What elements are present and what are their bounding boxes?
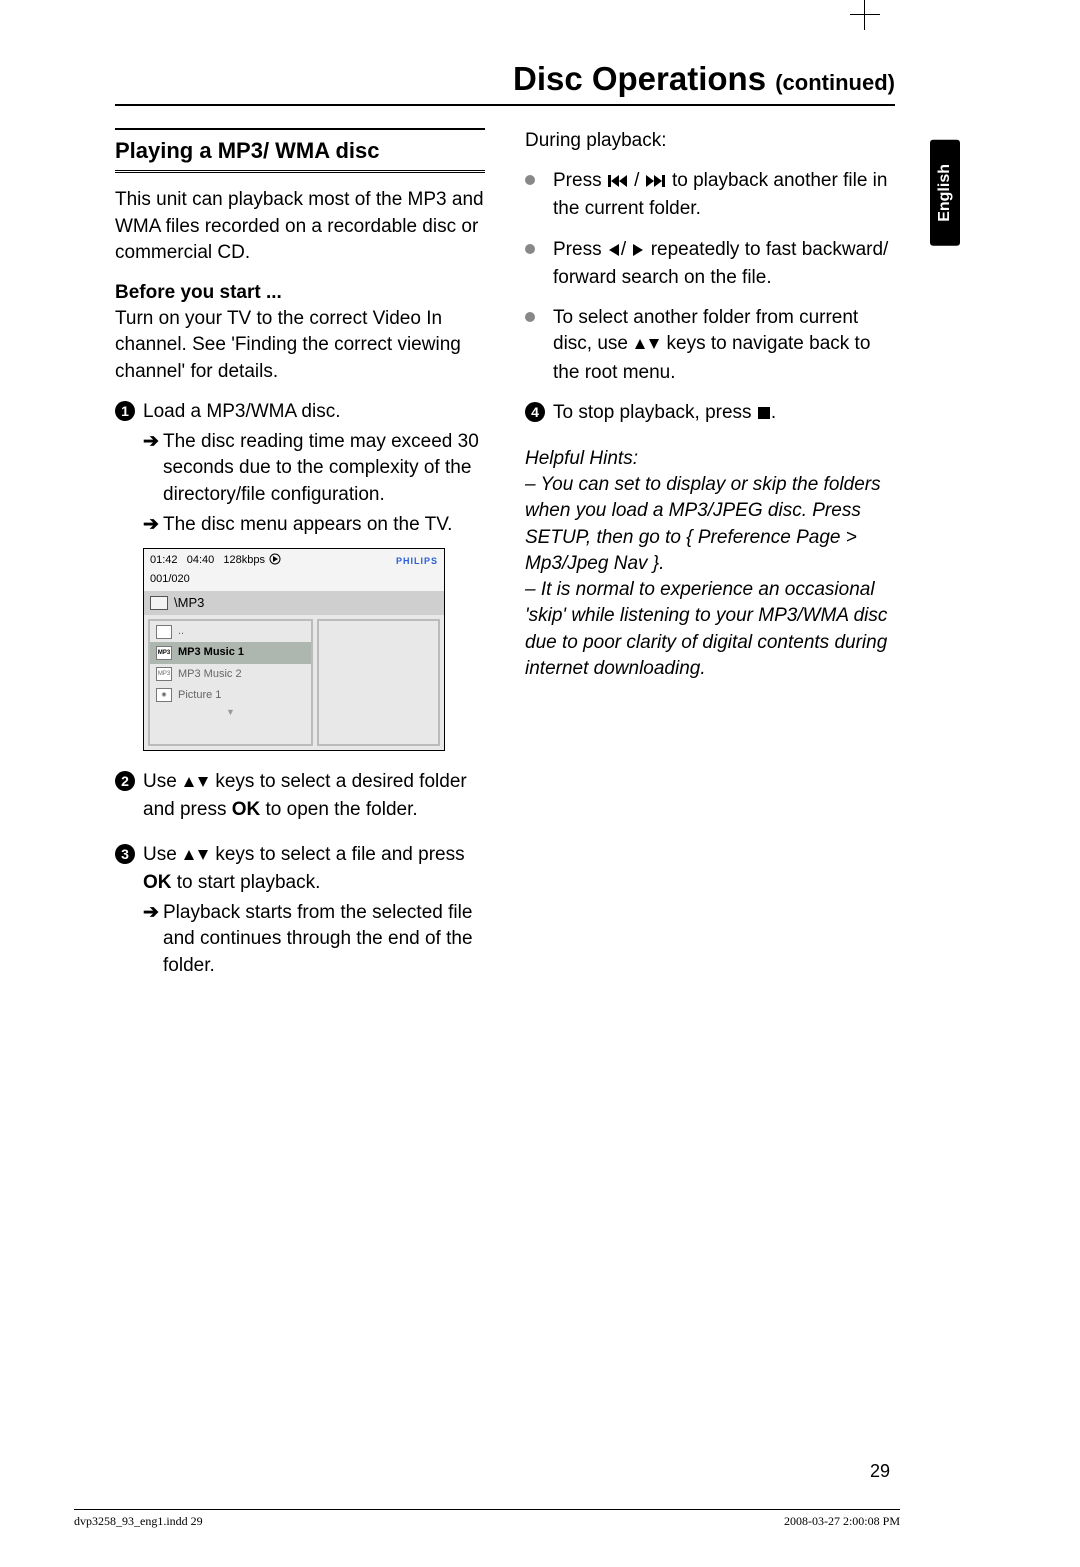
footer-timestamp: 2008-03-27 2:00:08 PM: [784, 1514, 900, 1529]
bullet-search: Press / repeatedly to fast backward/ for…: [525, 237, 895, 291]
tv-path-text: \MP3: [174, 594, 204, 612]
tv-row-up: ..: [150, 621, 311, 642]
step-number-3: 3: [115, 844, 135, 864]
ok-key: OK: [232, 799, 261, 820]
folder-icon: [156, 625, 172, 639]
tv-row-2-label: MP3 Music 2: [178, 667, 242, 682]
tv-scroll-down-icon: ▼: [150, 706, 311, 718]
left-column: Playing a MP3/ WMA disc This unit can pl…: [115, 128, 485, 983]
during-playback-label: During playback:: [525, 128, 895, 154]
step-3-pre: Use: [143, 844, 182, 865]
b2-pre: Press: [553, 239, 607, 260]
step-3-result: ➔ Playback starts from the selected file…: [115, 900, 485, 979]
tv-statusbar: 01:42 04:40 128kbps PHILIPS: [144, 549, 444, 572]
stop-icon: [757, 402, 771, 428]
forward-icon: [631, 239, 645, 265]
crop-marks: [850, 0, 880, 30]
page-title-continued: (continued): [775, 70, 895, 95]
intro-text: This unit can playback most of the MP3 a…: [115, 187, 485, 266]
before-text: Turn on your TV to the correct Video In …: [115, 308, 461, 381]
tv-preview-pane: [317, 619, 440, 746]
picture-file-icon: ◉: [156, 688, 172, 702]
step-3a-text: Playback starts from the selected file a…: [163, 902, 473, 975]
bullet-icon: [525, 175, 535, 185]
step-1-text: Load a MP3/WMA disc.: [143, 401, 340, 422]
rewind-icon: [607, 239, 621, 265]
step-number-1: 1: [115, 401, 135, 421]
before-you-start: Before you start ... Turn on your TV to …: [115, 280, 485, 385]
up-down-keys-icon: [633, 333, 661, 359]
print-footer: dvp3258_93_eng1.indd 29 2008-03-27 2:00:…: [74, 1509, 900, 1529]
step-4-pre: To stop playback, press: [553, 402, 757, 423]
hint-2: – It is normal to experience an occasion…: [525, 579, 887, 679]
hint-1: – You can set to display or skip the fol…: [525, 474, 881, 574]
play-status-icon: [268, 553, 282, 570]
tv-time-elapsed: 01:42: [150, 554, 178, 566]
bullet-icon: [525, 244, 535, 254]
tv-counter: 001/020: [144, 572, 444, 591]
mp3-file-icon: MP3: [156, 667, 172, 681]
step-2: 2 Use keys to select a desired folder an…: [115, 769, 485, 823]
tv-file-list: .. MP3 MP3 Music 1 MP3 MP3 Music 2 ◉ P: [148, 619, 313, 746]
up-down-keys-icon: [182, 844, 210, 870]
tv-bitrate: 128kbps: [223, 554, 265, 566]
page-title: Disc Operations (continued): [115, 60, 895, 106]
helpful-hints: Helpful Hints: – You can set to display …: [525, 446, 895, 682]
page-number: 29: [870, 1461, 890, 1482]
step-1-result-b: ➔ The disc menu appears on the TV.: [115, 512, 485, 538]
section-heading: Playing a MP3/ WMA disc: [115, 128, 485, 173]
tv-row-3: ◉ Picture 1: [150, 685, 311, 706]
bullet-icon: [525, 312, 535, 322]
language-tab: English: [930, 140, 960, 246]
step-3-tail: to start playback.: [177, 872, 321, 893]
tv-row-selected: MP3 MP3 Music 1: [150, 642, 311, 663]
folder-icon: [150, 596, 168, 610]
step-3-post: keys to select a file and press: [215, 844, 464, 865]
footer-file: dvp3258_93_eng1.indd 29: [74, 1514, 203, 1529]
right-column: During playback: Press / to playback ano…: [525, 128, 895, 983]
tv-row-1-label: MP3 Music 1: [178, 645, 244, 660]
arrow-icon: ➔: [143, 512, 159, 538]
tv-path-bar: \MP3: [144, 591, 444, 615]
hints-label: Helpful Hints:: [525, 448, 638, 469]
tv-row-2: MP3 MP3 Music 2: [150, 664, 311, 685]
tv-row-up-label: ..: [178, 624, 184, 639]
prev-track-icon: [607, 170, 629, 196]
before-label: Before you start ...: [115, 282, 282, 303]
bullet-prev-next: Press / to playback another file in the …: [525, 168, 895, 222]
step-2-tail: to open the folder.: [266, 799, 418, 820]
step-4: 4 To stop playback, press .: [525, 400, 895, 428]
mp3-file-icon: MP3: [156, 646, 172, 660]
arrow-icon: ➔: [143, 900, 159, 926]
page-title-main: Disc Operations: [513, 60, 766, 97]
tv-row-3-label: Picture 1: [178, 688, 221, 703]
tv-brand: PHILIPS: [396, 555, 438, 567]
up-down-keys-icon: [182, 771, 210, 797]
tv-time-total: 04:40: [187, 554, 215, 566]
arrow-icon: ➔: [143, 429, 159, 455]
step-number-2: 2: [115, 771, 135, 791]
next-track-icon: [645, 170, 667, 196]
step-1a-text: The disc reading time may exceed 30 seco…: [163, 431, 479, 504]
b1-pre: Press: [553, 170, 607, 191]
step-4-post: .: [771, 402, 776, 423]
step-1: 1 Load a MP3/WMA disc.: [115, 399, 485, 425]
page-content: Disc Operations (continued) Playing a MP…: [115, 60, 895, 983]
step-1-result-a: ➔ The disc reading time may exceed 30 se…: [115, 429, 485, 508]
step-1b-text: The disc menu appears on the TV.: [163, 514, 452, 535]
bullet-folder-nav: To select another folder from current di…: [525, 305, 895, 386]
step-number-4: 4: [525, 402, 545, 422]
tv-screenshot: 01:42 04:40 128kbps PHILIPS 001/020 \MP3: [143, 548, 445, 751]
step-2-pre: Use: [143, 771, 182, 792]
ok-key: OK: [143, 872, 172, 893]
step-3: 3 Use keys to select a file and press OK…: [115, 842, 485, 896]
